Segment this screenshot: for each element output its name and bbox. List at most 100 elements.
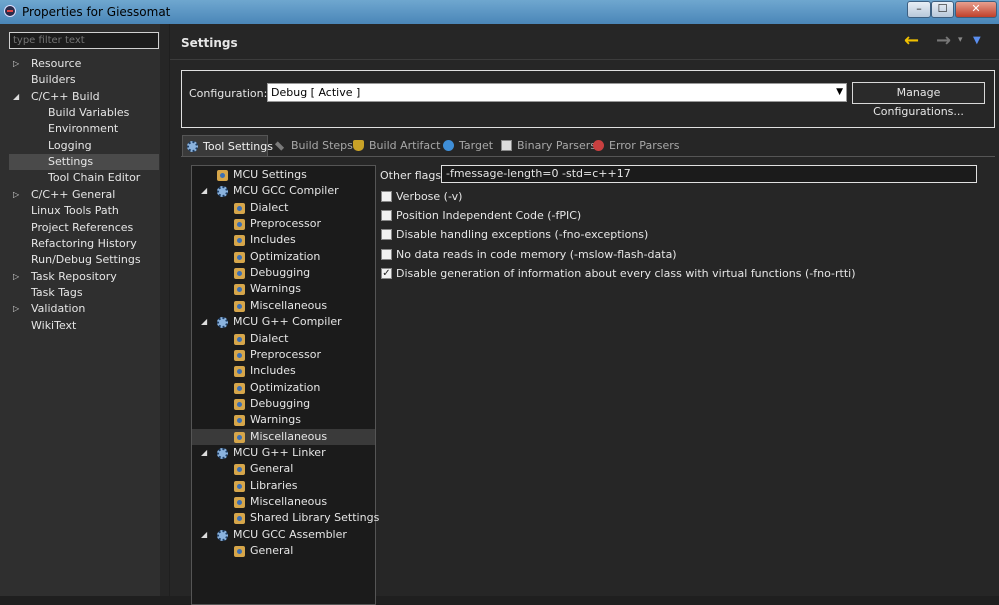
sidebar-item[interactable]: ▷ Resource xyxy=(9,56,159,72)
tree-item[interactable]: Includes xyxy=(192,363,375,379)
tree-item[interactable]: Preprocessor xyxy=(192,216,375,232)
other-flags-input[interactable]: -fmessage-length=0 -std=c++17 xyxy=(441,165,977,183)
sidebar-scrollbar[interactable] xyxy=(160,24,169,596)
maximize-button[interactable]: ☐ xyxy=(931,1,954,18)
sidebar-item[interactable]: Project References xyxy=(9,220,159,236)
option-checkbox-row: ✓ Disable generation of information about… xyxy=(380,266,980,282)
chevron-right-icon[interactable]: ▷ xyxy=(13,269,19,285)
tree-item[interactable]: Miscellaneous xyxy=(192,298,375,314)
tree-item[interactable]: ◢ MCU GCC Assembler xyxy=(192,527,375,543)
tree-item[interactable]: Warnings xyxy=(192,412,375,428)
sidebar-item[interactable]: ◢ C/C++ Build xyxy=(9,89,159,105)
sidebar-item-label: Resource xyxy=(31,57,82,70)
sidebar-item[interactable]: Tool Chain Editor xyxy=(9,170,159,186)
sidebar-item[interactable]: Environment xyxy=(9,121,159,137)
chevron-right-icon[interactable]: ▷ xyxy=(13,56,19,72)
tree-item[interactable]: ◢ MCU G++ Linker xyxy=(192,445,375,461)
sidebar-item[interactable]: ▷ Validation xyxy=(9,301,159,317)
sidebar-item-label: Refactoring History xyxy=(31,236,137,250)
divider xyxy=(170,59,999,60)
back-arrow-icon[interactable]: ← xyxy=(904,30,919,51)
sidebar-item-label: Tool Chain Editor xyxy=(48,171,141,185)
tab-target[interactable]: Target xyxy=(441,135,497,156)
sidebar-item-label: Environment xyxy=(48,122,119,136)
sidebar-item[interactable]: ▷ Task Repository xyxy=(9,269,159,285)
tree-item[interactable]: Debugging xyxy=(192,265,375,281)
manage-configurations-button[interactable]: Manage Configurations... xyxy=(852,82,985,118)
tab-tool-settings[interactable]: Tool Settings xyxy=(182,135,273,156)
tree-item[interactable]: General xyxy=(192,461,375,477)
gear-icon xyxy=(217,447,228,459)
tree-item[interactable]: Libraries xyxy=(192,478,375,494)
chevron-right-icon[interactable]: ▷ xyxy=(13,187,19,203)
checkbox[interactable] xyxy=(381,248,392,260)
tool-settings-panel: MCU Settings ◢ MCU GCC Compiler Dialect Prep… xyxy=(181,156,995,605)
sidebar-item-label: Builders xyxy=(31,73,76,87)
sidebar-item-label: Validation xyxy=(31,302,86,316)
sidebar-item[interactable]: Refactoring History xyxy=(9,236,159,252)
tree-item-label: Miscellaneous xyxy=(250,429,328,443)
chevron-down-icon[interactable]: ◢ xyxy=(201,445,207,461)
tree-item-label: Libraries xyxy=(250,478,298,492)
tab-build-steps[interactable]: Build Steps xyxy=(272,135,353,156)
tree-item[interactable]: Miscellaneous xyxy=(192,494,375,510)
tree-item[interactable]: Includes xyxy=(192,232,375,248)
tab-error-parsers[interactable]: Error Parsers xyxy=(591,135,679,156)
tab-label: Error Parsers xyxy=(609,139,680,152)
folder-gear-icon xyxy=(234,464,245,476)
window-titlebar: Properties for Giessomat – ☐ ✕ xyxy=(0,0,999,24)
tree-item-label: General xyxy=(250,462,294,476)
filter-input[interactable] xyxy=(9,32,159,49)
tree-item[interactable]: Warnings xyxy=(192,281,375,297)
tree-item[interactable]: MCU Settings xyxy=(192,167,375,183)
chevron-down-icon[interactable]: ◢ xyxy=(201,314,207,330)
sidebar-item[interactable]: Linux Tools Path xyxy=(9,203,159,219)
tree-item[interactable]: Dialect xyxy=(192,331,375,347)
sidebar-item[interactable]: Builders xyxy=(9,72,159,88)
binary-parsers-icon xyxy=(501,140,512,151)
minimize-button[interactable]: – xyxy=(907,1,931,18)
tree-item[interactable]: Miscellaneous xyxy=(192,428,375,445)
option-checkbox-row: No data reads in code memory (-mslow-fla… xyxy=(380,247,980,263)
configuration-select[interactable]: Debug [ Active ] ▼ xyxy=(267,83,847,102)
folder-gear-icon xyxy=(234,333,245,345)
sidebar-item[interactable]: Settings xyxy=(9,154,159,171)
sidebar-item-label: Settings xyxy=(48,155,94,169)
tree-item[interactable]: Optimization xyxy=(192,249,375,265)
tree-item[interactable]: General xyxy=(192,543,375,559)
chevron-down-icon[interactable]: ◢ xyxy=(201,183,207,199)
tab-build-artifact[interactable]: Build Artifact xyxy=(351,135,441,156)
sidebar-item[interactable]: Logging xyxy=(9,138,159,154)
chevron-down-icon[interactable]: ◢ xyxy=(201,527,207,543)
sidebar-item[interactable]: Build Variables xyxy=(9,105,159,121)
sidebar-item[interactable]: Run/Debug Settings xyxy=(9,252,159,268)
close-button[interactable]: ✕ xyxy=(955,1,997,18)
forward-arrow-icon[interactable]: → xyxy=(936,30,951,51)
checkbox[interactable] xyxy=(381,191,392,202)
tree-item[interactable]: Dialect xyxy=(192,200,375,216)
folder-gear-icon xyxy=(234,251,245,263)
tree-item[interactable]: ◢ MCU G++ Compiler xyxy=(192,314,375,330)
tree-item-label: MCU G++ Compiler xyxy=(233,315,342,329)
tree-item[interactable]: Debugging xyxy=(192,396,375,412)
chevron-down-icon[interactable]: ▾ xyxy=(958,35,963,45)
sidebar-item[interactable]: ▷ C/C++ General xyxy=(9,187,159,203)
tree-item[interactable]: Shared Library Settings xyxy=(192,510,379,526)
tree-item-label: Includes xyxy=(250,364,296,378)
tree-item[interactable]: Preprocessor xyxy=(192,347,375,363)
chevron-down-icon[interactable]: ◢ xyxy=(13,89,19,105)
checked-checkbox[interactable]: ✓ xyxy=(381,267,392,279)
tab-binary-parsers[interactable]: Binary Parsers xyxy=(499,135,596,156)
tree-item-label: Preprocessor xyxy=(250,347,322,361)
view-menu-icon[interactable]: ▼ xyxy=(973,35,981,46)
tree-item[interactable]: ◢ MCU GCC Compiler xyxy=(192,183,375,199)
target-icon xyxy=(443,140,454,151)
option-checkbox-row: Disable handling exceptions (-fno-except… xyxy=(380,227,980,243)
checkbox[interactable] xyxy=(381,210,392,222)
chevron-right-icon[interactable]: ▷ xyxy=(13,301,19,317)
sidebar-item[interactable]: Task Tags xyxy=(9,285,159,301)
sidebar-item[interactable]: WikiText xyxy=(9,318,159,334)
checkbox[interactable] xyxy=(381,229,392,241)
tree-item[interactable]: Optimization xyxy=(192,380,375,396)
folder-gear-icon xyxy=(234,300,245,312)
